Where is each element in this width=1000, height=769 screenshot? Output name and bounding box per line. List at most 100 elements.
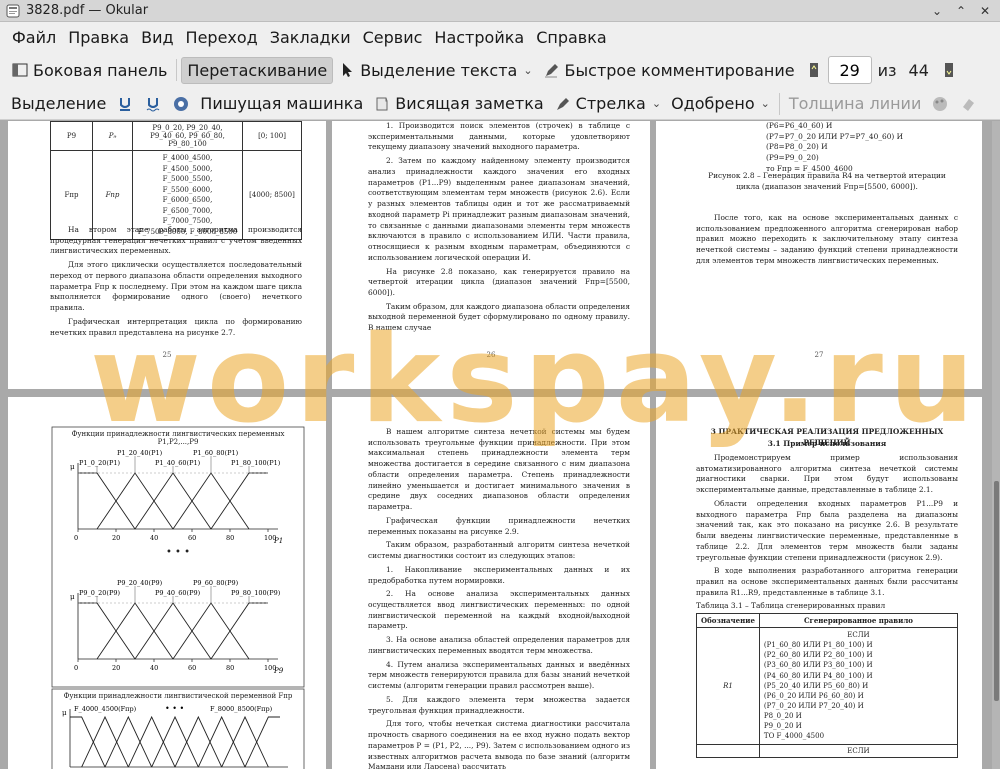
underline-button[interactable] bbox=[111, 92, 139, 116]
paragraph: Таким образом, для каждого диапазона обл… bbox=[368, 301, 630, 333]
approved-label: Одобрено bbox=[671, 94, 755, 113]
menu-tools[interactable]: Сервис bbox=[357, 28, 429, 47]
table-header: Сгенерированное правило bbox=[758, 613, 959, 628]
membership-triangle bbox=[151, 715, 199, 768]
stamp-icon bbox=[174, 96, 189, 111]
document-page-26[interactable]: 1. Производится поиск элементов (строчек… bbox=[332, 121, 650, 389]
table-cell: P9 bbox=[50, 121, 93, 151]
chevron-down-icon[interactable]: ⌄ bbox=[523, 64, 532, 77]
minimize-icon[interactable]: ⌄ bbox=[930, 4, 944, 18]
typewriter-button[interactable]: Пишущая машинка bbox=[195, 91, 368, 116]
selection-button[interactable]: Выделение bbox=[6, 91, 111, 116]
rule-line: (P8=P8_0_20) И bbox=[766, 142, 828, 152]
line-width-button[interactable]: Толщина линии bbox=[784, 91, 927, 116]
menu-edit[interactable]: Правка bbox=[62, 28, 135, 47]
membership-triangle bbox=[244, 716, 280, 768]
term-label: P1_40_60(P1) bbox=[155, 459, 201, 467]
next-page-button[interactable] bbox=[935, 58, 963, 82]
paragraph: 4. Путем анализа экспериментальных данны… bbox=[368, 659, 630, 691]
text-select-label: Выделение текста bbox=[360, 60, 518, 80]
opacity-button[interactable] bbox=[954, 92, 982, 116]
membership-triangle bbox=[78, 472, 136, 530]
figure-caption: Рисунок 2.8 – Генерация правила R4 на че… bbox=[708, 171, 946, 191]
hanging-note-button[interactable]: Висящая заметка bbox=[368, 91, 548, 116]
menu-settings[interactable]: Настройка bbox=[428, 28, 530, 47]
chart-fpr: μ F_4000_4500(Fпр) F_8000_8500(Fпр) • • • bbox=[62, 704, 288, 768]
page-up-icon bbox=[809, 63, 818, 77]
document-page-28[interactable]: μ P1 0 20 40 60 80 100 P1_20_40(P1) P1_60_80(P1) P… bbox=[8, 397, 326, 769]
document-page-27[interactable]: (P6=P6_40_60) И (P7=P7_0_20 ИЛИ P7=P7_40… bbox=[656, 121, 982, 389]
arrow-button[interactable]: Стрелка ⌄ bbox=[549, 91, 666, 116]
table-cell bbox=[696, 743, 760, 758]
drag-mode-label: Перетаскивание bbox=[187, 60, 328, 80]
document-page-25[interactable]: P9 P₉ P9_0_20, P9_20_40, P9_40_60, P9_60… bbox=[8, 121, 326, 389]
menu-go[interactable]: Переход bbox=[180, 28, 264, 47]
table-row: P9 P₉ P9_0_20, P9_20_40, P9_40_60, P9_60… bbox=[50, 121, 302, 151]
toolbar-separator bbox=[778, 92, 780, 115]
rule-line: (P4_60_80 ИЛИ P4_80_100) И bbox=[763, 671, 873, 680]
paragraph: Области определения входных параметров P… bbox=[696, 498, 958, 562]
quick-comment-button[interactable]: Быстрое комментирование bbox=[538, 58, 800, 83]
maximize-icon[interactable]: ⌃ bbox=[954, 4, 968, 18]
table-cell: P9_0_20, P9_20_40, P9_40_60, P9_60_80, P… bbox=[132, 121, 243, 151]
color-button[interactable] bbox=[926, 92, 954, 116]
pen-icon bbox=[544, 64, 558, 78]
term-label: P9_60_80(P9) bbox=[193, 579, 239, 587]
subsection-heading: 3.1 Пример использования bbox=[767, 439, 887, 448]
menu-bookmarks[interactable]: Закладки bbox=[264, 28, 357, 47]
rule-lines: (P6=P6_40_60) И (P7=P7_0_20 ИЛИ P7=P7_40… bbox=[766, 121, 966, 175]
chart3-title: Функции принадлежности лингвистической п… bbox=[63, 692, 293, 700]
membership-triangle bbox=[174, 715, 223, 768]
selection-label: Выделение bbox=[11, 94, 107, 113]
page-number-input[interactable] bbox=[827, 56, 872, 84]
text-select-button[interactable]: Выделение текста ⌄ bbox=[333, 58, 537, 83]
x-tick-label: 40 bbox=[150, 664, 158, 672]
chevron-down-icon[interactable]: ⌄ bbox=[652, 97, 661, 110]
paragraph: 2. На основе анализа экспериментальных д… bbox=[368, 589, 630, 631]
x-tick-label: 100 bbox=[264, 664, 276, 672]
paragraph: Для этого циклически осуществляется посл… bbox=[50, 260, 302, 313]
sidebar-button[interactable]: Боковая панель bbox=[6, 58, 172, 83]
quick-comment-label: Быстрое комментирование bbox=[564, 60, 795, 80]
term-label: F_8000_8500(Fпр) bbox=[210, 705, 273, 713]
membership-functions-figure: μP10 20 40 60 80 100P1_20_40(P1) P1_60_80(P1)P… bbox=[51, 426, 305, 769]
chart-ellipsis: • • • bbox=[165, 704, 184, 713]
x-tick-label: 40 bbox=[150, 534, 158, 542]
approved-button[interactable]: Одобрено ⌄ bbox=[666, 91, 775, 116]
rule-line: ЕСЛИ bbox=[758, 743, 959, 758]
menu-help[interactable]: Справка bbox=[530, 28, 613, 47]
document-page-30[interactable]: 3 ПРАКТИЧЕСКАЯ РЕАЛИЗАЦИЯ ПРЕДЛОЖЕННЫХ Р… bbox=[656, 397, 982, 769]
paragraph: 3. На основе анализа областей определени… bbox=[368, 635, 630, 655]
okular-app-icon bbox=[6, 4, 20, 17]
paragraph: В ходе выполнения разработанного алгорит… bbox=[696, 566, 958, 597]
stamp-button[interactable] bbox=[167, 92, 195, 116]
scrollbar-thumb[interactable] bbox=[994, 481, 999, 701]
page-text: 1. Производится поиск элементов (строчек… bbox=[368, 121, 630, 337]
document-page-29[interactable]: В нашем алгоритме синтеза нечеткой систе… bbox=[332, 397, 650, 769]
menu-file[interactable]: Файл bbox=[6, 28, 62, 47]
rule-line: ЕСЛИ bbox=[847, 631, 870, 639]
document-viewport[interactable]: P9 P₉ P9_0_20, P9_20_40, P9_40_60, P9_60… bbox=[0, 121, 1000, 769]
previous-page-button[interactable] bbox=[800, 58, 828, 82]
squiggly-button[interactable] bbox=[139, 92, 167, 116]
chevron-down-icon[interactable]: ⌄ bbox=[761, 97, 770, 110]
term-label: P1_20_40(P1) bbox=[117, 449, 163, 457]
membership-triangle bbox=[104, 715, 153, 768]
rule-line: (P1_60_80 ИЛИ P1_80_100) И bbox=[763, 641, 873, 650]
vertical-scrollbar[interactable] bbox=[992, 121, 1000, 769]
drag-mode-button[interactable]: Перетаскивание bbox=[181, 56, 334, 84]
table-caption: Таблица 3.1 – Таблица сгенерированных пр… bbox=[696, 601, 886, 610]
term-label: P9_0_20(P9) bbox=[79, 589, 120, 597]
close-icon[interactable]: ✕ bbox=[978, 4, 992, 18]
x-tick-label: 80 bbox=[226, 534, 234, 542]
page-text: На втором этапе работы алгоритма произво… bbox=[50, 225, 302, 341]
menu-view[interactable]: Вид bbox=[135, 28, 179, 47]
rule-line: P8_0_20 И bbox=[763, 712, 802, 721]
table-row: R1 ЕСЛИ (P1_60_80 ИЛИ P1_80_100) И (P2_6… bbox=[696, 627, 959, 745]
y-axis-label: μ bbox=[70, 463, 75, 471]
term-set-table-fragment: P9 P₉ P9_0_20, P9_20_40, P9_40_60, P9_60… bbox=[50, 121, 302, 240]
paragraph: Продемонстрируем пример использования ав… bbox=[696, 453, 958, 495]
membership-triangle bbox=[81, 715, 129, 768]
main-toolbar: Боковая панель Перетаскивание Выделение … bbox=[0, 52, 1000, 88]
x-tick-label: 80 bbox=[226, 664, 234, 672]
